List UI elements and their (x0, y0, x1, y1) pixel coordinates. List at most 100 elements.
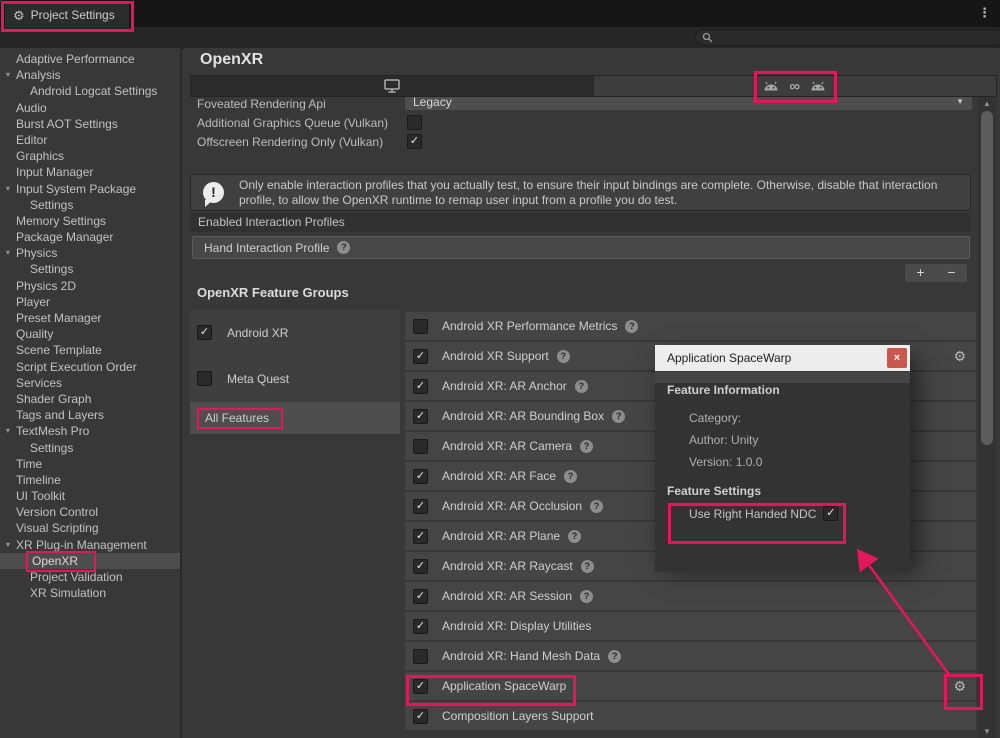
sidebar-item-project-validation[interactable]: Project Validation (0, 569, 180, 585)
sidebar-item-analysis[interactable]: ▼Analysis (0, 67, 180, 83)
feature-row-android-xr-performance-metrics[interactable]: Android XR Performance Metrics? (405, 312, 976, 340)
expander-icon[interactable]: ▼ (4, 68, 11, 83)
scrollbar-thumb[interactable] (981, 111, 993, 445)
sidebar-item-memory-settings[interactable]: Memory Settings (0, 213, 180, 229)
help-icon[interactable]: ? (557, 350, 570, 363)
feature-row-android-xr-display-utilities[interactable]: ✓Android XR: Display Utilities (405, 612, 976, 640)
expander-icon[interactable]: ▼ (4, 537, 11, 552)
sidebar-item-visual-scripting[interactable]: Visual Scripting (0, 520, 180, 536)
android-xr-ar-bounding-box-checkbox[interactable]: ✓ (413, 409, 428, 424)
android-xr-ar-raycast-checkbox[interactable]: ✓ (413, 559, 428, 574)
sidebar-item-physics[interactable]: ▼Physics (0, 245, 180, 261)
sidebar-item-burst-aot-settings[interactable]: Burst AOT Settings (0, 116, 180, 132)
feature-row-android-xr-hand-mesh-data[interactable]: Android XR: Hand Mesh Data? (405, 642, 976, 670)
close-icon[interactable]: × (887, 348, 907, 368)
feature-label: Android XR: AR Anchor (442, 379, 567, 393)
sidebar-item-openxr[interactable]: OpenXR (0, 553, 180, 569)
sidebar-item-label: Tags and Layers (16, 408, 104, 422)
additional-graphics-queue-checkbox[interactable] (407, 115, 422, 130)
use-right-handed-ndc-checkbox[interactable]: ✓ (823, 506, 838, 521)
remove-profile-button[interactable]: − (936, 264, 967, 282)
help-icon[interactable]: ? (337, 241, 350, 254)
android-xr-ar-face-checkbox[interactable]: ✓ (413, 469, 428, 484)
sidebar-item-package-manager[interactable]: Package Manager (0, 229, 180, 245)
sidebar-item-settings[interactable]: Settings (0, 261, 180, 277)
sidebar-item-input-system-package[interactable]: ▼Input System Package (0, 181, 180, 197)
sidebar-item-xr-simulation[interactable]: XR Simulation (0, 585, 180, 601)
sidebar-item-shader-graph[interactable]: Shader Graph (0, 391, 180, 407)
sidebar-item-audio[interactable]: Audio (0, 100, 180, 116)
sidebar-item-quality[interactable]: Quality (0, 326, 180, 342)
sidebar-item-script-execution-order[interactable]: Script Execution Order (0, 359, 180, 375)
help-icon[interactable]: ? (564, 470, 577, 483)
help-icon[interactable]: ? (625, 320, 638, 333)
sidebar-item-version-control[interactable]: Version Control (0, 504, 180, 520)
sidebar-item-label: Package Manager (16, 230, 113, 244)
sidebar-item-ui-toolkit[interactable]: UI Toolkit (0, 488, 180, 504)
feature-group-android-xr[interactable]: ✓Android XR (190, 310, 400, 355)
help-icon[interactable]: ? (568, 530, 581, 543)
sidebar-item-adaptive-performance[interactable]: Adaptive Performance (0, 51, 180, 67)
android-xr-ar-occlusion-checkbox[interactable]: ✓ (413, 499, 428, 514)
android-xr-hand-mesh-data-checkbox[interactable] (413, 649, 428, 664)
expander-icon[interactable]: ▼ (4, 181, 11, 196)
add-profile-button[interactable]: + (905, 264, 936, 282)
search-box[interactable] (695, 29, 1000, 46)
android-xr-ar-anchor-checkbox[interactable]: ✓ (413, 379, 428, 394)
android-xr-checkbox[interactable]: ✓ (197, 325, 212, 340)
sidebar-item-textmesh-pro[interactable]: ▼TextMesh Pro (0, 423, 180, 439)
offscreen-rendering-checkbox[interactable]: ✓ (407, 134, 422, 149)
help-icon[interactable]: ? (581, 560, 594, 573)
scroll-down-arrow[interactable]: ▼ (978, 727, 996, 736)
sidebar-item-player[interactable]: Player (0, 294, 180, 310)
tab-android-xr[interactable]: ∞ (594, 76, 997, 96)
platform-tab-bar: ∞ (190, 75, 997, 97)
kebab-menu-icon[interactable]: ⋮ (978, 5, 991, 21)
tab-pc-standalone[interactable] (191, 76, 594, 96)
sidebar-item-settings[interactable]: Settings (0, 440, 180, 456)
help-icon[interactable]: ? (590, 500, 603, 513)
search-input[interactable] (717, 31, 991, 45)
expander-icon[interactable]: ▼ (4, 246, 11, 261)
help-icon[interactable]: ? (575, 380, 588, 393)
android-xr-performance-metrics-checkbox[interactable] (413, 319, 428, 334)
feature-group-all-features[interactable]: All Features (190, 402, 400, 434)
meta-quest-checkbox[interactable] (197, 371, 212, 386)
help-icon[interactable]: ? (612, 410, 625, 423)
sidebar-item-services[interactable]: Services (0, 375, 180, 391)
hand-interaction-profile-row[interactable]: Hand Interaction Profile ? (192, 236, 970, 259)
sidebar-item-preset-manager[interactable]: Preset Manager (0, 310, 180, 326)
feature-group-meta-quest[interactable]: Meta Quest (190, 355, 400, 402)
window-tab-project-settings[interactable]: ⚙ Project Settings (5, 3, 129, 27)
sidebar-item-timeline[interactable]: Timeline (0, 472, 180, 488)
android-xr-ar-plane-checkbox[interactable]: ✓ (413, 529, 428, 544)
feature-settings-gear-icon[interactable]: ⚙ (953, 349, 966, 363)
feature-row-android-xr-ar-session[interactable]: ✓Android XR: AR Session? (405, 582, 976, 610)
android-xr-ar-session-checkbox[interactable]: ✓ (413, 589, 428, 604)
feature-row-application-spacewarp[interactable]: ✓Application SpaceWarp⚙ (405, 672, 976, 700)
sidebar-item-scene-template[interactable]: Scene Template (0, 342, 180, 358)
expander-icon[interactable]: ▼ (4, 424, 11, 439)
gear-icon: ⚙ (13, 9, 25, 22)
feature-row-composition-layers-support[interactable]: ✓Composition Layers Support (405, 702, 976, 730)
sidebar-item-tags-and-layers[interactable]: Tags and Layers (0, 407, 180, 423)
sidebar-item-time[interactable]: Time (0, 456, 180, 472)
feature-settings-gear-icon[interactable]: ⚙ (953, 679, 966, 693)
sidebar-item-android-logcat-settings[interactable]: Android Logcat Settings (0, 83, 180, 99)
foveated-rendering-dropdown[interactable]: Legacy ▼ (405, 97, 972, 110)
sidebar-item-settings[interactable]: Settings (0, 197, 180, 213)
help-icon[interactable]: ? (580, 590, 593, 603)
android-xr-display-utilities-checkbox[interactable]: ✓ (413, 619, 428, 634)
sidebar-item-physics-2d[interactable]: Physics 2D (0, 278, 180, 294)
android-xr-support-checkbox[interactable]: ✓ (413, 349, 428, 364)
sidebar-item-input-manager[interactable]: Input Manager (0, 164, 180, 180)
sidebar-item-graphics[interactable]: Graphics (0, 148, 180, 164)
application-spacewarp-checkbox[interactable]: ✓ (413, 679, 428, 694)
composition-layers-support-checkbox[interactable]: ✓ (413, 709, 428, 724)
android-xr-ar-camera-checkbox[interactable] (413, 439, 428, 454)
help-icon[interactable]: ? (580, 440, 593, 453)
scroll-up-arrow[interactable]: ▲ (978, 99, 996, 108)
sidebar-item-label: Preset Manager (16, 311, 101, 325)
sidebar-item-editor[interactable]: Editor (0, 132, 180, 148)
help-icon[interactable]: ? (608, 650, 621, 663)
